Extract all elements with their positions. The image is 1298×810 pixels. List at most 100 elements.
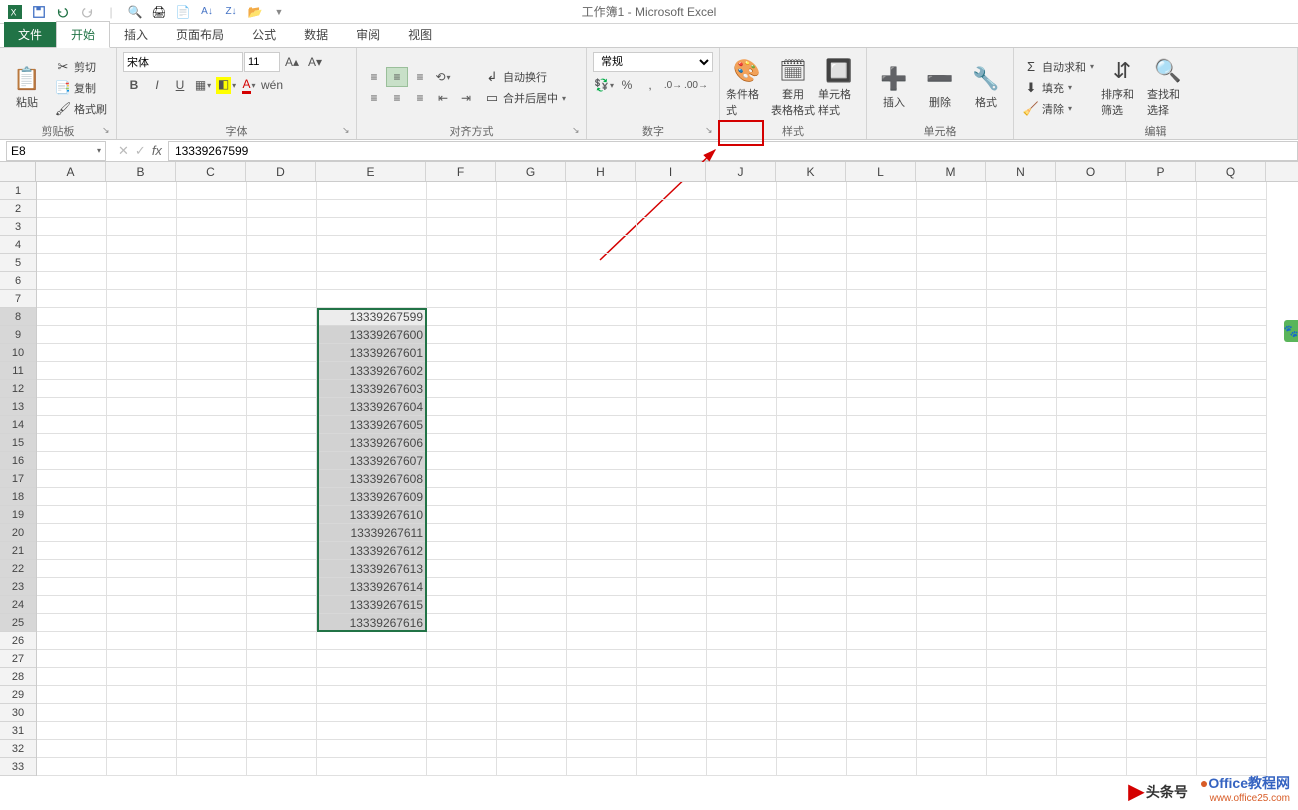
cell-A18[interactable] [37, 488, 107, 506]
cell-N27[interactable] [987, 650, 1057, 668]
cell-E13[interactable]: 13339267604 [317, 398, 427, 416]
cell-C6[interactable] [177, 272, 247, 290]
cell-E21[interactable]: 13339267612 [317, 542, 427, 560]
cell-D23[interactable] [247, 578, 317, 596]
cell-B11[interactable] [107, 362, 177, 380]
cell-E26[interactable] [317, 632, 427, 650]
cell-L7[interactable] [847, 290, 917, 308]
align-left-icon[interactable]: ≡ [363, 88, 385, 108]
row-header-14[interactable]: 14 [0, 416, 36, 434]
cell-A28[interactable] [37, 668, 107, 686]
col-header-F[interactable]: F [426, 162, 496, 181]
cell-E29[interactable] [317, 686, 427, 704]
cell-F32[interactable] [427, 740, 497, 758]
comma-icon[interactable]: , [639, 75, 661, 95]
cell-B9[interactable] [107, 326, 177, 344]
cell-C23[interactable] [177, 578, 247, 596]
cell-B29[interactable] [107, 686, 177, 704]
cell-C32[interactable] [177, 740, 247, 758]
cell-H28[interactable] [567, 668, 637, 686]
cell-B10[interactable] [107, 344, 177, 362]
cell-P16[interactable] [1127, 452, 1197, 470]
cell-F29[interactable] [427, 686, 497, 704]
cell-L24[interactable] [847, 596, 917, 614]
cell-B28[interactable] [107, 668, 177, 686]
cell-Q14[interactable] [1197, 416, 1267, 434]
cell-J8[interactable] [707, 308, 777, 326]
cancel-formula-icon[interactable]: ✕ [118, 143, 129, 159]
cell-K6[interactable] [777, 272, 847, 290]
print-preview-icon[interactable]: 🔍 [124, 1, 146, 23]
cell-A2[interactable] [37, 200, 107, 218]
cell-B3[interactable] [107, 218, 177, 236]
cell-F33[interactable] [427, 758, 497, 776]
row-header-4[interactable]: 4 [0, 236, 36, 254]
cell-G26[interactable] [497, 632, 567, 650]
row-header-13[interactable]: 13 [0, 398, 36, 416]
row-header-7[interactable]: 7 [0, 290, 36, 308]
cell-P29[interactable] [1127, 686, 1197, 704]
cell-N16[interactable] [987, 452, 1057, 470]
cell-F31[interactable] [427, 722, 497, 740]
cell-H21[interactable] [567, 542, 637, 560]
cell-A7[interactable] [37, 290, 107, 308]
cell-F24[interactable] [427, 596, 497, 614]
cell-L26[interactable] [847, 632, 917, 650]
cell-F20[interactable] [427, 524, 497, 542]
tab-insert[interactable]: 插入 [110, 22, 162, 47]
cell-O15[interactable] [1057, 434, 1127, 452]
col-header-L[interactable]: L [846, 162, 916, 181]
cell-J3[interactable] [707, 218, 777, 236]
cell-N12[interactable] [987, 380, 1057, 398]
cell-O10[interactable] [1057, 344, 1127, 362]
cell-M25[interactable] [917, 614, 987, 632]
cell-N33[interactable] [987, 758, 1057, 776]
cell-H14[interactable] [567, 416, 637, 434]
cell-I26[interactable] [637, 632, 707, 650]
cell-B26[interactable] [107, 632, 177, 650]
cell-C26[interactable] [177, 632, 247, 650]
cell-K24[interactable] [777, 596, 847, 614]
cell-D15[interactable] [247, 434, 317, 452]
row-header-10[interactable]: 10 [0, 344, 36, 362]
cell-Q1[interactable] [1197, 182, 1267, 200]
col-header-A[interactable]: A [36, 162, 106, 181]
cell-C25[interactable] [177, 614, 247, 632]
fill-color-button[interactable]: ◧▾ [215, 75, 237, 95]
cell-H8[interactable] [567, 308, 637, 326]
cell-J31[interactable] [707, 722, 777, 740]
cell-K18[interactable] [777, 488, 847, 506]
row-header-26[interactable]: 26 [0, 632, 36, 650]
cell-N6[interactable] [987, 272, 1057, 290]
cell-D24[interactable] [247, 596, 317, 614]
cell-J18[interactable] [707, 488, 777, 506]
cell-P9[interactable] [1127, 326, 1197, 344]
cell-G9[interactable] [497, 326, 567, 344]
col-header-B[interactable]: B [106, 162, 176, 181]
cell-O24[interactable] [1057, 596, 1127, 614]
cell-K7[interactable] [777, 290, 847, 308]
cell-F16[interactable] [427, 452, 497, 470]
cell-I6[interactable] [637, 272, 707, 290]
cell-N13[interactable] [987, 398, 1057, 416]
cell-D30[interactable] [247, 704, 317, 722]
cell-I33[interactable] [637, 758, 707, 776]
cell-A10[interactable] [37, 344, 107, 362]
cell-O3[interactable] [1057, 218, 1127, 236]
cell-C30[interactable] [177, 704, 247, 722]
cell-Q4[interactable] [1197, 236, 1267, 254]
col-header-N[interactable]: N [986, 162, 1056, 181]
cell-F23[interactable] [427, 578, 497, 596]
cell-G20[interactable] [497, 524, 567, 542]
pinyin-button[interactable]: wén [261, 75, 283, 95]
cell-M11[interactable] [917, 362, 987, 380]
cell-G24[interactable] [497, 596, 567, 614]
cell-M1[interactable] [917, 182, 987, 200]
cell-B27[interactable] [107, 650, 177, 668]
cell-G4[interactable] [497, 236, 567, 254]
cell-O8[interactable] [1057, 308, 1127, 326]
cell-Q17[interactable] [1197, 470, 1267, 488]
cell-O23[interactable] [1057, 578, 1127, 596]
cell-M32[interactable] [917, 740, 987, 758]
cell-L21[interactable] [847, 542, 917, 560]
